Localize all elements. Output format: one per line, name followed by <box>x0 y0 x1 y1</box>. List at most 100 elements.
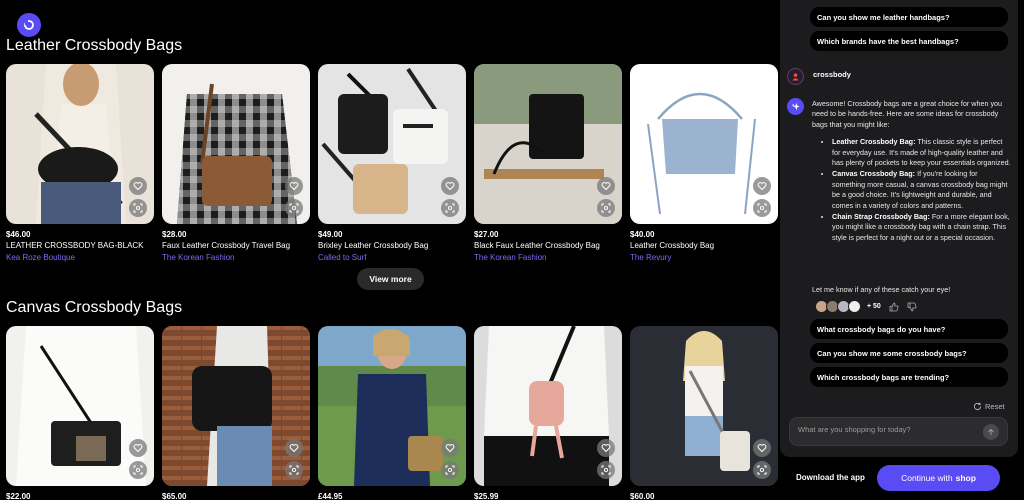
favorite-button[interactable] <box>753 439 771 457</box>
visual-search-button[interactable] <box>129 199 147 217</box>
product-image[interactable] <box>318 64 466 224</box>
visual-search-button[interactable] <box>441 199 459 217</box>
thumbs-down-icon[interactable] <box>907 302 917 312</box>
product-card[interactable]: £44.95 <box>318 326 466 500</box>
reset-button[interactable]: Reset <box>973 402 1005 411</box>
product-image[interactable] <box>474 64 622 224</box>
product-store[interactable]: The Revury <box>630 253 778 262</box>
product-price: $27.00 <box>474 230 499 239</box>
suggestion-chip[interactable]: Which brands have the best handbags? <box>810 31 1008 51</box>
heart-icon <box>289 182 299 191</box>
visual-search-button[interactable] <box>597 461 615 479</box>
product-card[interactable]: $22.00 <box>6 326 154 500</box>
product-image[interactable] <box>630 64 778 224</box>
assistant-intro: Awesome! Crossbody bags are a great choi… <box>812 99 1003 129</box>
assistant-message: Awesome! Crossbody bags are a great choi… <box>812 99 1012 244</box>
visual-search-icon <box>133 203 143 213</box>
favorite-button[interactable] <box>129 439 147 457</box>
continue-label: Continue with <box>901 473 953 483</box>
visual-search-button[interactable] <box>441 461 459 479</box>
product-name[interactable]: Brixley Leather Crossbody Bag <box>318 241 466 250</box>
refresh-icon <box>973 402 982 411</box>
reset-label: Reset <box>985 402 1005 411</box>
product-card[interactable]: $46.00 LEATHER CROSSBODY BAG-BLACK Kea R… <box>6 64 154 262</box>
suggestion-chip[interactable]: What crossbody bags do you have? <box>810 319 1008 339</box>
suggestion-item: Leather Crossbody Bag: This classic styl… <box>832 137 1012 168</box>
product-store[interactable]: Kea Roze Boutique <box>6 253 154 262</box>
visual-search-button[interactable] <box>597 199 615 217</box>
favorite-button[interactable] <box>129 177 147 195</box>
visual-search-button[interactable] <box>285 461 303 479</box>
favorite-button[interactable] <box>597 177 615 195</box>
heart-icon <box>757 444 767 453</box>
app-logo[interactable] <box>17 13 41 37</box>
product-name[interactable]: Faux Leather Crossbody Travel Bag <box>162 241 310 250</box>
product-card[interactable]: $25.99 <box>474 326 622 500</box>
favorite-button[interactable] <box>597 439 615 457</box>
visual-search-button[interactable] <box>753 461 771 479</box>
suggestion-item: Chain Strap Crossbody Bag: For a more el… <box>832 212 1012 243</box>
product-card[interactable]: $28.00 Faux Leather Crossbody Travel Bag… <box>162 64 310 262</box>
reaction-count: + 50 <box>867 303 881 310</box>
heart-icon <box>757 182 767 191</box>
suggestion-chip[interactable]: Which crossbody bags are trending? <box>810 367 1008 387</box>
product-name[interactable]: LEATHER CROSSBODY BAG-BLACK <box>6 241 154 250</box>
view-more-button[interactable]: View more <box>357 268 424 290</box>
favorite-button[interactable] <box>285 439 303 457</box>
product-image[interactable] <box>474 326 622 486</box>
product-price: $40.00 <box>630 230 655 239</box>
product-row-leather: $46.00 LEATHER CROSSBODY BAG-BLACK Kea R… <box>6 64 778 262</box>
product-image[interactable] <box>630 326 778 486</box>
product-image[interactable] <box>318 326 466 486</box>
visual-search-button[interactable] <box>129 461 147 479</box>
chat-input-container <box>789 417 1008 446</box>
suggestion-chip[interactable]: Can you show me some crossbody bags? <box>810 343 1008 363</box>
download-app-link[interactable]: Download the app <box>796 473 865 482</box>
product-image[interactable] <box>6 64 154 224</box>
send-button[interactable] <box>983 424 999 440</box>
product-store[interactable]: Called to Surf <box>318 253 466 262</box>
product-price: $22.00 <box>6 492 31 500</box>
product-image[interactable] <box>6 326 154 486</box>
product-card[interactable]: $49.00 Brixley Leather Crossbody Bag Cal… <box>318 64 466 262</box>
assistant-avatar <box>787 98 804 115</box>
product-card[interactable]: $27.00 Black Faux Leather Crossbody Bag … <box>474 64 622 262</box>
reaction-avatar <box>848 300 861 313</box>
product-store[interactable]: The Korean Fashion <box>474 253 622 262</box>
assistant-suggestion-list: Leather Crossbody Bag: This classic styl… <box>832 137 1012 243</box>
product-price: £44.95 <box>318 492 343 500</box>
heart-icon <box>601 182 611 191</box>
favorite-button[interactable] <box>441 177 459 195</box>
product-card[interactable]: $60.00 <box>630 326 778 500</box>
visual-search-button[interactable] <box>753 199 771 217</box>
product-price: $49.00 <box>318 230 343 239</box>
heart-icon <box>133 182 143 191</box>
favorite-button[interactable] <box>441 439 459 457</box>
product-image[interactable] <box>162 64 310 224</box>
favorite-button[interactable] <box>753 177 771 195</box>
section-title-leather: Leather Crossbody Bags <box>6 37 183 54</box>
sparkle-icon <box>791 102 800 111</box>
product-price: $46.00 <box>6 230 31 239</box>
product-name[interactable]: Leather Crossbody Bag <box>630 241 778 250</box>
suggestion-item: Canvas Crossbody Bag: If you're looking … <box>832 169 1012 211</box>
product-price: $28.00 <box>162 230 187 239</box>
chat-input[interactable] <box>798 425 978 434</box>
product-card[interactable]: $65.00 <box>162 326 310 500</box>
continue-with-shop-button[interactable]: Continue with shop <box>877 465 1000 491</box>
product-card[interactable]: $40.00 Leather Crossbody Bag The Revury <box>630 64 778 262</box>
product-name[interactable]: Black Faux Leather Crossbody Bag <box>474 241 622 250</box>
heart-icon <box>133 444 143 453</box>
suggestion-chip[interactable]: Can you show me leather handbags? <box>810 7 1008 27</box>
thumbs-up-icon[interactable] <box>889 302 899 312</box>
visual-search-button[interactable] <box>285 199 303 217</box>
product-price: $60.00 <box>630 492 655 500</box>
favorite-button[interactable] <box>285 177 303 195</box>
heart-icon <box>445 182 455 191</box>
user-avatar <box>787 68 804 85</box>
product-store[interactable]: The Korean Fashion <box>162 253 310 262</box>
section-title-canvas: Canvas Crossbody Bags <box>6 299 183 316</box>
product-image[interactable] <box>162 326 310 486</box>
product-price: $65.00 <box>162 492 187 500</box>
user-message: crossbody <box>813 70 851 79</box>
